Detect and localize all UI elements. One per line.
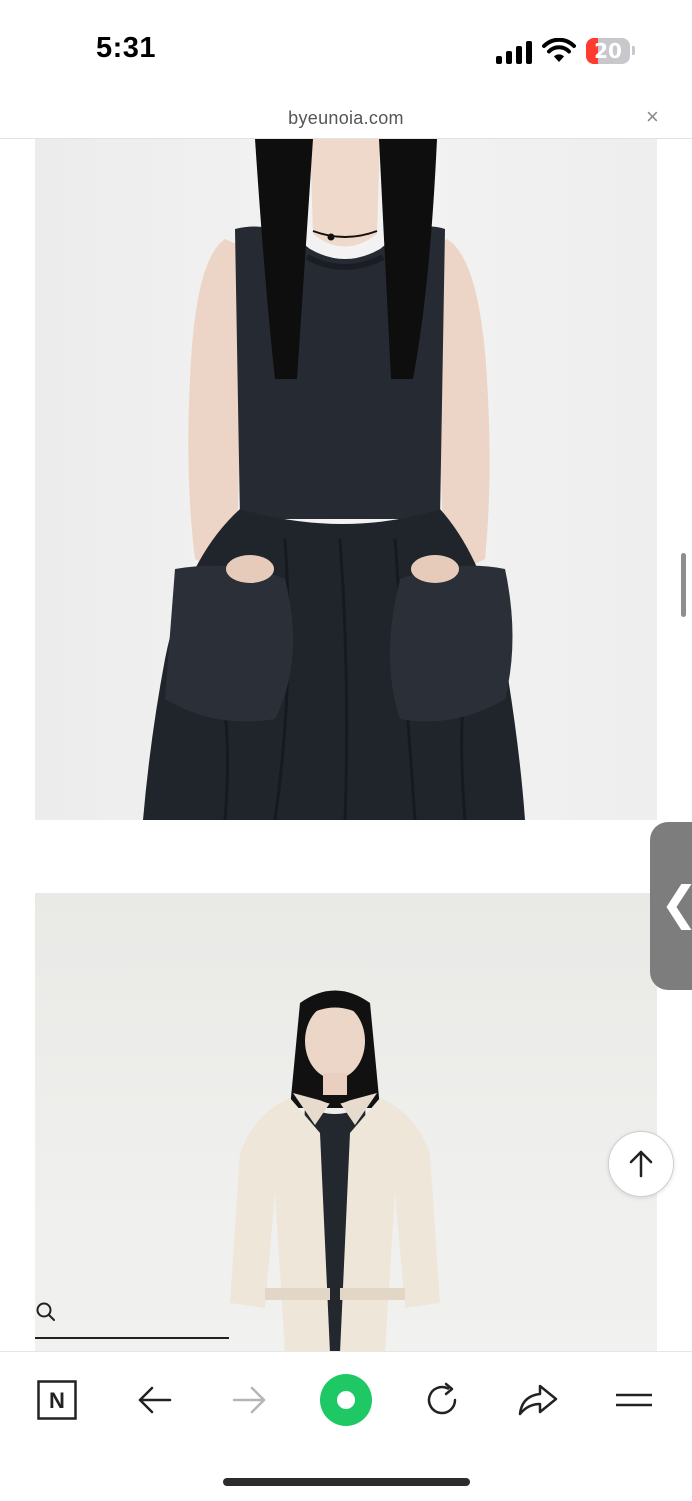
forward-button[interactable]: [222, 1372, 278, 1428]
menu-icon: [616, 1393, 652, 1407]
battery-level: 20: [594, 39, 622, 63]
product-photo-black-dress[interactable]: [35, 139, 657, 820]
cream-jacket-illustration: [230, 990, 440, 1351]
reload-button[interactable]: [414, 1372, 470, 1428]
share-arrow-icon: [518, 1384, 558, 1416]
wifi-icon: [542, 38, 576, 62]
status-bar: 5:31 20: [0, 0, 692, 96]
battery-tip: [632, 46, 635, 55]
product-photo-cream-jacket[interactable]: [35, 893, 657, 1351]
home-indicator[interactable]: [223, 1478, 470, 1486]
n-box-icon: N: [37, 1380, 77, 1420]
green-ring-icon: [320, 1374, 372, 1426]
arrow-left-icon: [138, 1386, 172, 1414]
search-icon[interactable]: [35, 1301, 57, 1323]
share-button[interactable]: [510, 1372, 566, 1428]
arrow-up-icon: [629, 1150, 653, 1178]
scroll-indicator[interactable]: [681, 553, 686, 617]
reload-icon: [427, 1382, 457, 1415]
search-input[interactable]: [35, 1301, 229, 1339]
address-bar[interactable]: byeunoia.com ×: [0, 96, 692, 139]
chevron-left-icon[interactable]: ❮: [660, 878, 692, 928]
cellular-signal-icon: [496, 40, 532, 64]
scroll-to-top-button[interactable]: [608, 1131, 674, 1197]
browser-toolbar: N: [0, 1351, 692, 1501]
naver-home-button[interactable]: N: [29, 1372, 85, 1428]
arrow-right-icon: [232, 1386, 266, 1414]
green-dot-button[interactable]: [318, 1372, 374, 1428]
clock-time: 5:31: [96, 32, 157, 64]
svg-text:N: N: [49, 1388, 65, 1413]
close-icon[interactable]: ×: [646, 106, 659, 128]
back-button[interactable]: [126, 1372, 182, 1428]
battery-icon: 20: [586, 38, 630, 64]
side-panel-handle[interactable]: ❮: [650, 822, 692, 990]
black-dress-illustration: [143, 139, 525, 820]
url-text[interactable]: byeunoia.com: [0, 108, 692, 129]
web-content: [0, 139, 692, 1351]
menu-button[interactable]: [606, 1372, 662, 1428]
